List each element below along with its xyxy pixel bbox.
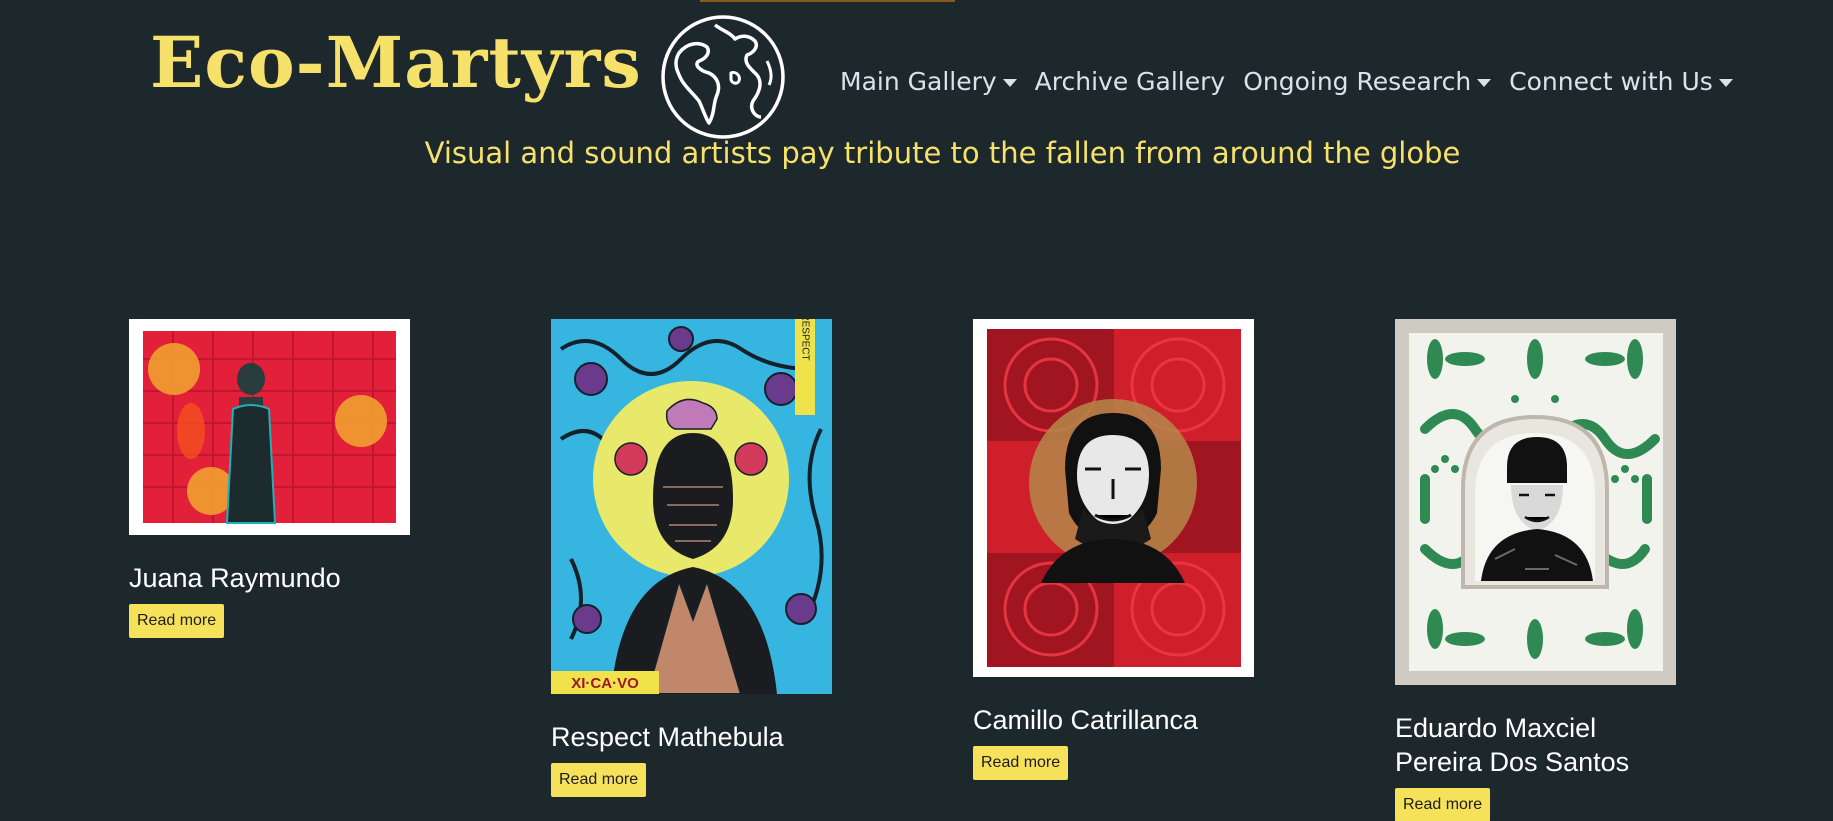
card-title: Camillo Catrillanca <box>973 705 1199 735</box>
nav-ongoing-research-label: Ongoing Research <box>1243 66 1472 96</box>
globe-icon <box>661 15 785 139</box>
nav-connect-with-us[interactable]: Connect with Us <box>1509 67 1733 96</box>
site-tagline: Visual and sound artists pay tribute to … <box>424 136 1461 170</box>
gallery-card: Juana Raymundo Read more <box>129 319 419 638</box>
artwork-juana-raymundo <box>129 319 410 535</box>
read-more-button[interactable]: Read more <box>129 604 225 638</box>
card-title: Respect Mathebula <box>551 722 784 752</box>
svg-text:RESPECT: RESPECT <box>800 319 811 361</box>
read-more-button[interactable]: Read more <box>973 746 1069 780</box>
chevron-down-icon <box>1477 78 1492 87</box>
read-more-button[interactable]: Read more <box>551 763 647 797</box>
nav-ongoing-research[interactable]: Ongoing Research <box>1243 66 1492 96</box>
gallery-card: Eduardo Maxciel Pereira Dos Santos Read … <box>1395 319 1685 821</box>
read-more-button[interactable]: Read more <box>1395 788 1491 821</box>
gallery-card: Camillo Catrillanca Read more <box>973 319 1263 780</box>
nav-archive-gallery[interactable]: Archive Gallery <box>1035 67 1226 96</box>
top-accent-bar <box>700 0 955 2</box>
nav-archive-gallery-label: Archive Gallery <box>1034 66 1226 96</box>
artwork-camillo-catrillanca <box>973 319 1254 677</box>
chevron-down-icon <box>1718 78 1733 87</box>
nav-main-gallery[interactable]: Main Gallery <box>840 67 1017 96</box>
main-nav: Main Gallery Archive Gallery Ongoing Res… <box>840 62 1751 100</box>
artwork-image[interactable] <box>973 319 1254 677</box>
nav-connect-with-us-label: Connect with Us <box>1509 66 1713 96</box>
site-title[interactable]: Eco-Martyrs <box>150 18 642 108</box>
gallery-card: RESPECT XI·CA·VO Respect Mathebula Read … <box>551 319 841 797</box>
artwork-signature: XI·CA·VO <box>571 675 639 692</box>
chevron-down-icon <box>1002 78 1017 87</box>
artwork-image[interactable]: RESPECT XI·CA·VO <box>551 319 832 694</box>
artwork-eduardo-dos-santos <box>1395 319 1676 685</box>
artwork-respect-mathebula: RESPECT XI·CA·VO <box>551 319 832 694</box>
artwork-image[interactable] <box>129 319 410 535</box>
card-title: Eduardo Maxciel Pereira Dos Santos <box>1395 713 1630 777</box>
nav-main-gallery-label: Main Gallery <box>840 66 997 96</box>
artwork-image[interactable] <box>1395 319 1676 685</box>
card-title: Juana Raymundo <box>129 563 341 593</box>
